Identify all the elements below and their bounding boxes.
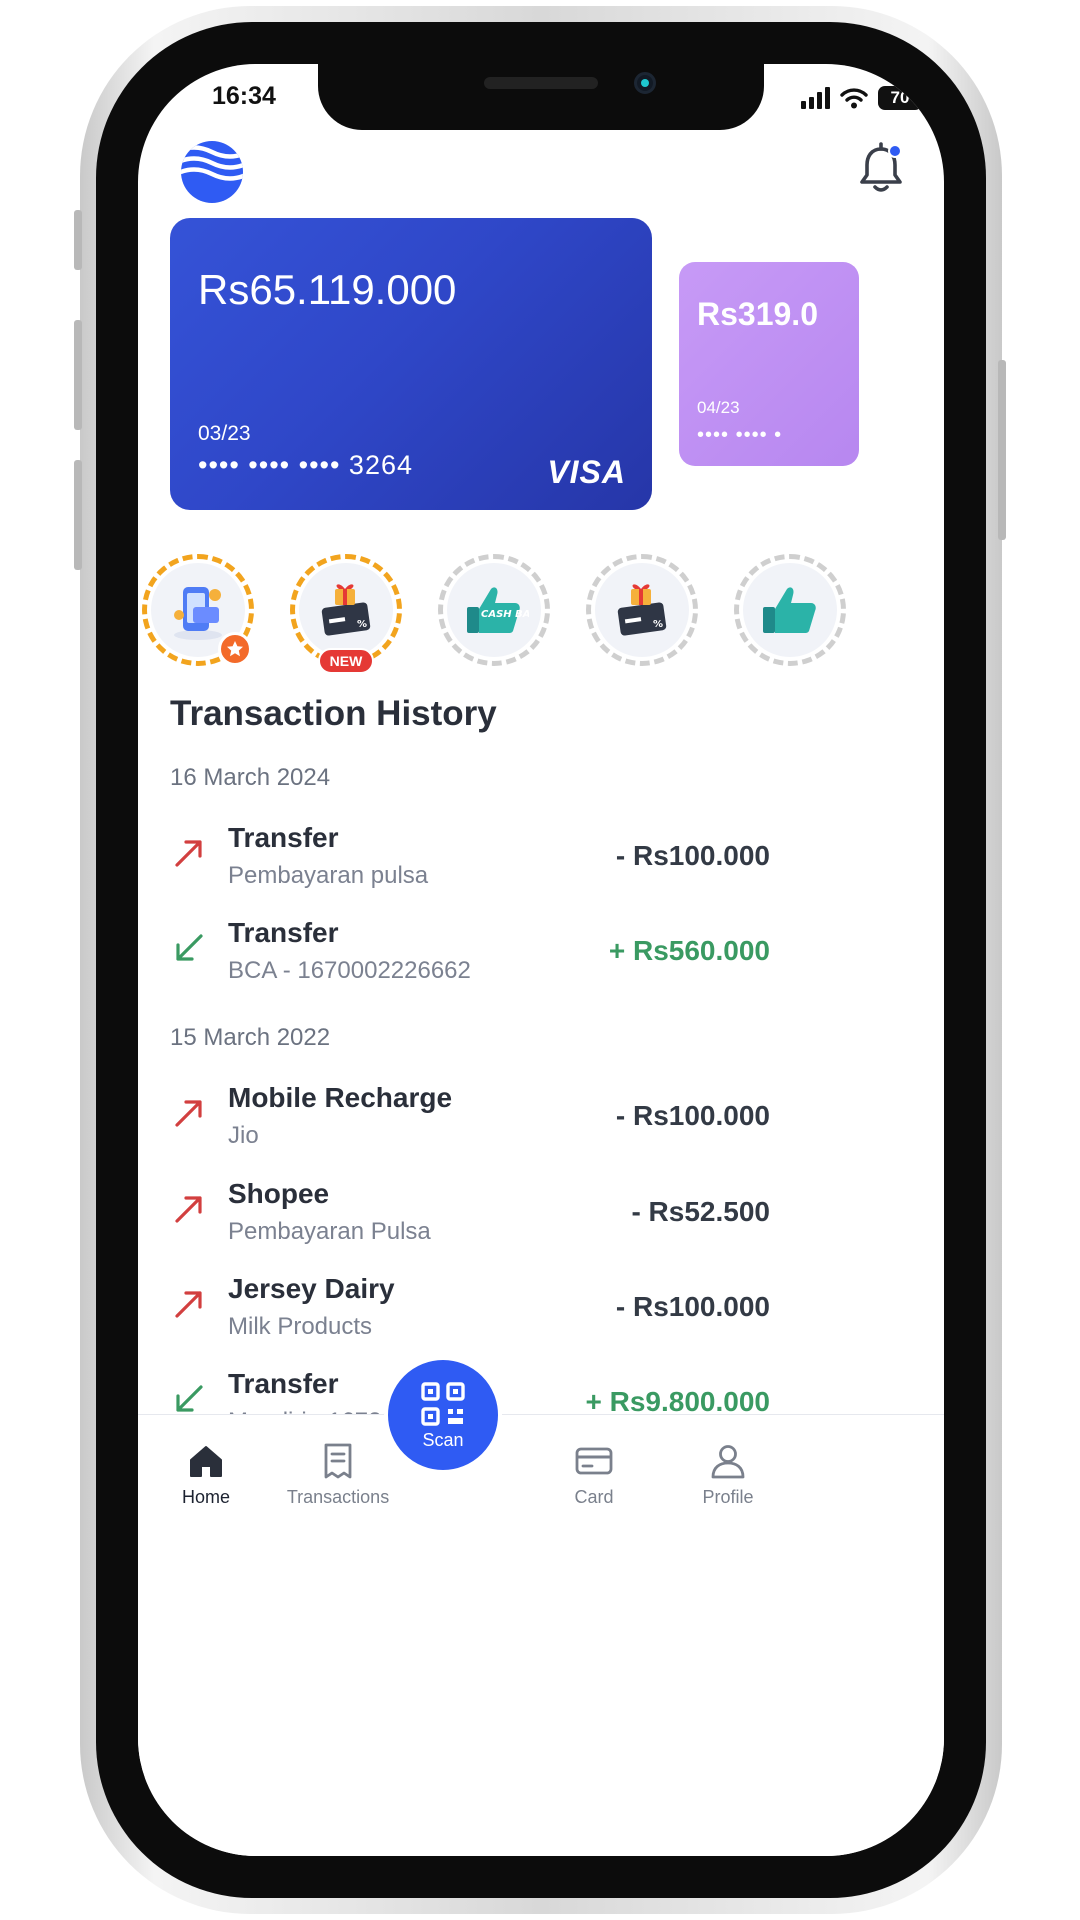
card-balance: Rs319.0 [697, 296, 818, 332]
svg-text:%: % [357, 619, 367, 630]
outgoing-arrow-icon [175, 1291, 202, 1318]
visa-logo: VISA [547, 454, 626, 490]
transaction-subtitle: Milk Products [228, 1313, 373, 1340]
nav-profile[interactable]: Profile [658, 1441, 798, 1508]
transaction-subtitle: Pembayaran pulsa [228, 862, 429, 889]
receipt-icon [324, 1443, 352, 1479]
home-icon [190, 1446, 222, 1477]
gift-card-icon: % [617, 584, 667, 636]
card-expiry: 04/23 [697, 398, 740, 417]
signal-icon [801, 87, 830, 109]
transaction-amount: - Rs100.000 [615, 1100, 770, 1131]
transaction-amount: - Rs52.500 [631, 1196, 770, 1227]
nav-card-label: Card [574, 1487, 614, 1507]
outgoing-arrow-icon [175, 1196, 202, 1223]
star-icon [227, 641, 243, 657]
notch [318, 64, 764, 130]
incoming-arrow-icon [176, 1385, 203, 1412]
card-expiry: 03/23 [198, 422, 251, 445]
wifi-icon [840, 88, 868, 109]
story-favorite-badge [218, 632, 252, 666]
nav-transactions-label: Transactions [286, 1487, 390, 1507]
scan-label: Scan [422, 1430, 464, 1450]
story-wallet-offer[interactable] [142, 554, 254, 666]
bank-card-primary[interactable]: Rs65.119.000 03/23 •••• •••• •••• 3264 V… [170, 218, 652, 510]
cashback-label: CASH BACK [481, 609, 529, 620]
phone-volume-up [74, 320, 82, 430]
phone-screen: 16:34 70 Rs65.119.000 03/23 •••• •••• ••… [138, 64, 944, 1856]
notification-bell-icon[interactable] [858, 142, 904, 194]
svg-text:%: % [653, 619, 663, 630]
story-partial[interactable] [734, 554, 846, 666]
transaction-subtitle: BCA - 1670002226662 [228, 957, 471, 984]
nav-home[interactable]: Home [138, 1441, 276, 1508]
incoming-arrow-icon [176, 934, 203, 961]
transaction-row[interactable]: Transfer Pembayaran pulsa - Rs100.000 [170, 820, 914, 900]
transaction-amount: - Rs100.000 [615, 1291, 770, 1322]
transaction-amount: + Rs560.000 [608, 935, 770, 966]
nav-home-label: Home [181, 1487, 230, 1507]
transaction-row[interactable]: Shopee Pembayaran Pulsa - Rs52.500 [170, 1176, 914, 1256]
story-new-badge: NEW [318, 648, 374, 674]
cashback-thumbs-up-icon [763, 587, 816, 633]
story-gift-card[interactable]: % [586, 554, 698, 666]
transaction-history-title: Transaction History [170, 694, 497, 733]
card-number: •••• •••• •••• 3264 [198, 450, 414, 480]
transaction-title: Transfer [228, 1368, 339, 1399]
qr-code-icon [421, 1382, 465, 1426]
story-thumbnail: % [595, 563, 689, 657]
scan-button[interactable]: Scan [384, 1356, 502, 1474]
phone-silent-switch [74, 210, 82, 270]
transaction-row[interactable]: Jersey Dairy Milk Products - Rs100.000 [170, 1271, 914, 1351]
credit-card-icon [575, 1447, 613, 1475]
gift-card-icon: % [321, 584, 371, 636]
card-number: •••• •••• • [697, 424, 783, 446]
transaction-title: Transfer [228, 917, 339, 948]
cashback-thumbs-up-icon: CASH BACK [467, 587, 529, 633]
transaction-row[interactable]: Mobile Recharge Jio - Rs100.000 [170, 1080, 914, 1160]
transaction-title: Shopee [228, 1178, 330, 1209]
card-balance: Rs65.119.000 [198, 266, 457, 313]
transaction-row[interactable]: Transfer BCA - 1670002226662 + Rs560.000 [170, 915, 914, 995]
wallet-illustration-icon [174, 587, 222, 640]
front-camera [634, 72, 656, 94]
story-thumbnail: CASH BACK [447, 563, 541, 657]
status-time: 16:34 [212, 82, 276, 110]
date-heading: 15 March 2022 [170, 1024, 331, 1051]
transaction-amount: - Rs100.000 [615, 840, 770, 871]
phone-volume-down [74, 460, 82, 570]
story-thumbnail [743, 563, 837, 657]
transaction-title: Jersey Dairy [228, 1273, 395, 1304]
status-icons: 70 [801, 86, 922, 110]
transaction-subtitle: Jio [228, 1122, 259, 1149]
nav-card[interactable]: Card [524, 1441, 664, 1508]
nav-transactions[interactable]: Transactions [268, 1441, 408, 1508]
phone-power-button [998, 360, 1006, 540]
story-thumbnail: % [299, 563, 393, 657]
date-heading: 16 March 2024 [170, 764, 331, 791]
battery-indicator: 70 [878, 86, 922, 110]
transaction-title: Transfer [228, 822, 339, 853]
story-gift-card-new[interactable]: % NEW [290, 554, 402, 674]
transaction-subtitle: Pembayaran Pulsa [228, 1218, 431, 1245]
bank-card-secondary[interactable]: Rs319.0 04/23 •••• •••• • [679, 262, 859, 466]
app-logo-icon [181, 141, 243, 203]
user-icon [711, 1445, 745, 1479]
earpiece-speaker [484, 77, 598, 89]
transaction-title: Mobile Recharge [228, 1082, 453, 1113]
outgoing-arrow-icon [175, 840, 202, 867]
nav-profile-label: Profile [702, 1487, 754, 1507]
story-cashback[interactable]: CASH BACK [438, 554, 550, 666]
bottom-navigation: Home Transactions Card Profile [138, 1414, 944, 1856]
outgoing-arrow-icon [175, 1100, 202, 1127]
